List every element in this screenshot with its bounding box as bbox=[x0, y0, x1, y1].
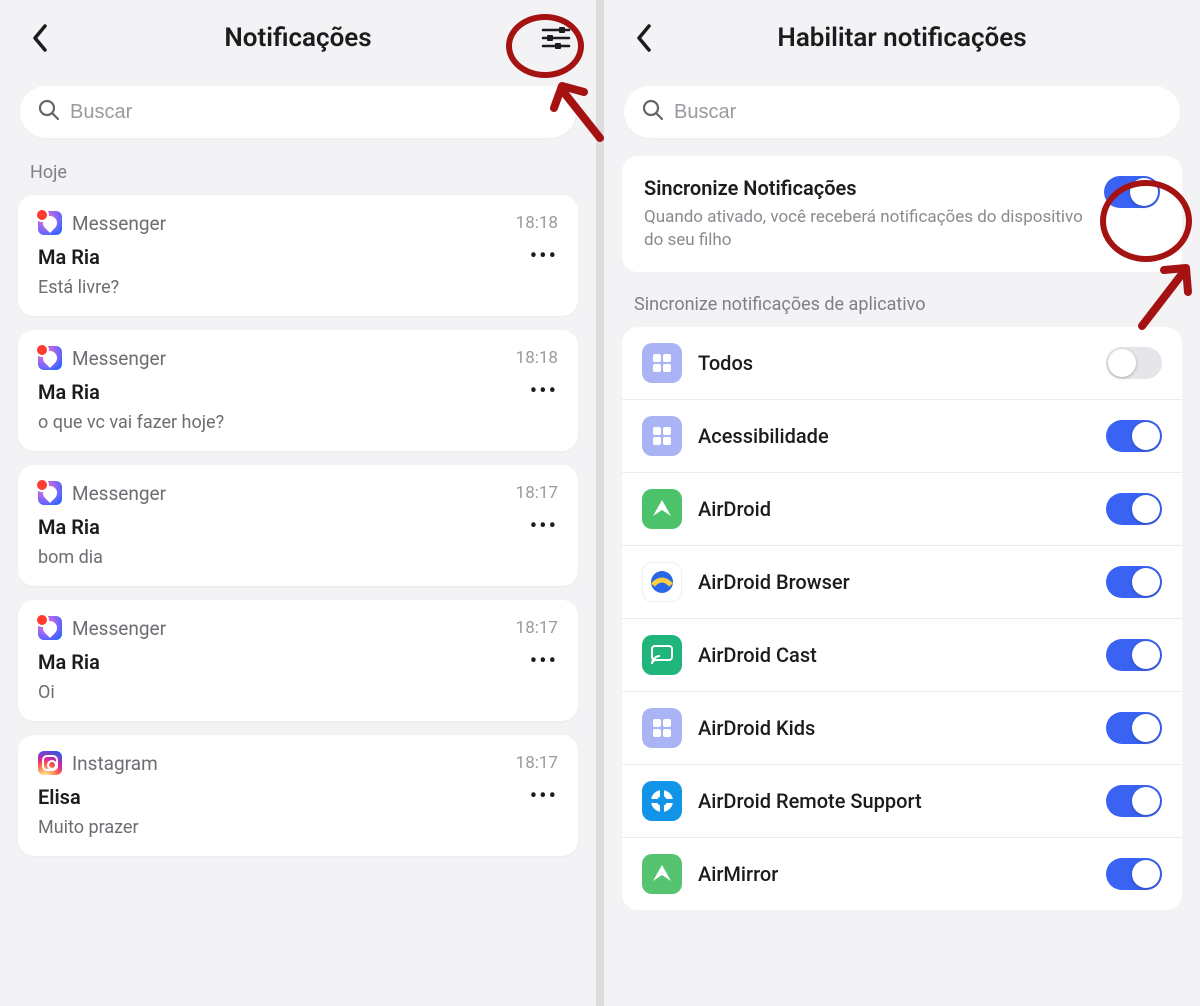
search-bar[interactable] bbox=[624, 86, 1180, 138]
search-icon bbox=[38, 99, 60, 125]
screen-notifications: Notificações Hoje Messenger 18:18 Ma Ria bbox=[0, 0, 596, 1006]
more-button[interactable]: ••• bbox=[530, 792, 558, 802]
airdroid-cast-icon bbox=[642, 635, 682, 675]
message-preview: o que vc vai fazer hoje? bbox=[38, 412, 558, 433]
messenger-icon bbox=[38, 616, 62, 640]
app-toggle[interactable] bbox=[1106, 712, 1162, 744]
app-row: AirDroid bbox=[622, 473, 1182, 546]
app-toggle[interactable] bbox=[1106, 493, 1162, 525]
more-button[interactable]: ••• bbox=[530, 252, 558, 262]
sender-name: Ma Ria bbox=[38, 380, 530, 404]
instagram-icon bbox=[38, 751, 62, 775]
screen-enable-notifications: Habilitar notificações Sincronize Notifi… bbox=[604, 0, 1200, 1006]
search-icon bbox=[642, 99, 664, 125]
app-name: AirDroid Remote Support bbox=[698, 789, 1090, 813]
notification-card[interactable]: Messenger 18:17 Ma Ria ••• Oi bbox=[18, 600, 578, 721]
sender-name: Ma Ria bbox=[38, 245, 530, 269]
app-name: AirDroid Browser bbox=[698, 570, 1090, 594]
app-row: AirDroid Browser bbox=[622, 546, 1182, 619]
messenger-icon bbox=[38, 346, 62, 370]
sync-title: Sincronize Notificações bbox=[644, 176, 1088, 200]
notification-card[interactable]: Messenger 18:17 Ma Ria ••• bom dia bbox=[18, 465, 578, 586]
back-button[interactable] bbox=[20, 18, 60, 58]
page-title: Notificações bbox=[60, 23, 536, 53]
app-name: Messenger bbox=[72, 617, 506, 640]
header-spacer bbox=[1140, 18, 1180, 58]
messenger-icon bbox=[38, 211, 62, 235]
more-button[interactable]: ••• bbox=[530, 387, 558, 397]
grid-icon bbox=[642, 343, 682, 383]
notification-card[interactable]: Messenger 18:18 Ma Ria ••• o que vc vai … bbox=[18, 330, 578, 451]
app-list: Todos Acessibilidade AirDroid AirDroid B… bbox=[622, 327, 1182, 910]
more-button[interactable]: ••• bbox=[530, 657, 558, 667]
app-name: Messenger bbox=[72, 347, 506, 370]
app-row: AirDroid Remote Support bbox=[622, 765, 1182, 838]
app-toggle[interactable] bbox=[1106, 639, 1162, 671]
message-preview: Oi bbox=[38, 682, 558, 703]
app-name: AirDroid Cast bbox=[698, 643, 1090, 667]
sync-description: Quando ativado, você receberá notificaçõ… bbox=[644, 206, 1088, 252]
notification-time: 18:17 bbox=[516, 618, 558, 638]
app-toggle[interactable] bbox=[1106, 858, 1162, 890]
airdroid-icon bbox=[642, 489, 682, 529]
app-toggle[interactable] bbox=[1106, 785, 1162, 817]
notification-card[interactable]: Messenger 18:18 Ma Ria ••• Está livre? bbox=[18, 195, 578, 316]
app-row: Todos bbox=[622, 327, 1182, 400]
app-row: AirDroid Cast bbox=[622, 619, 1182, 692]
message-preview: Está livre? bbox=[38, 277, 558, 298]
app-row: AirMirror bbox=[622, 838, 1182, 910]
app-toggle[interactable] bbox=[1106, 420, 1162, 452]
section-apps: Sincronize notificações de aplicativo bbox=[604, 288, 1200, 327]
grid-icon bbox=[642, 416, 682, 456]
message-preview: Muito prazer bbox=[38, 817, 558, 838]
notification-time: 18:17 bbox=[516, 483, 558, 503]
search-bar[interactable] bbox=[20, 86, 576, 138]
app-name: AirDroid Kids bbox=[698, 716, 1090, 740]
search-input[interactable] bbox=[674, 101, 1162, 124]
sync-toggle[interactable] bbox=[1104, 176, 1160, 208]
message-preview: bom dia bbox=[38, 547, 558, 568]
section-today: Hoje bbox=[0, 156, 596, 195]
app-name: Acessibilidade bbox=[698, 424, 1090, 448]
app-name: Instagram bbox=[72, 752, 506, 775]
app-name: Messenger bbox=[72, 212, 506, 235]
app-name: AirMirror bbox=[698, 862, 1090, 886]
app-toggle[interactable] bbox=[1106, 347, 1162, 379]
sender-name: Ma Ria bbox=[38, 650, 530, 674]
app-toggle[interactable] bbox=[1106, 566, 1162, 598]
notification-time: 18:18 bbox=[516, 348, 558, 368]
notification-card[interactable]: Instagram 18:17 Elisa ••• Muito prazer bbox=[18, 735, 578, 856]
grid-icon bbox=[642, 708, 682, 748]
app-row: Acessibilidade bbox=[622, 400, 1182, 473]
sender-name: Elisa bbox=[38, 785, 530, 809]
notification-time: 18:18 bbox=[516, 213, 558, 233]
airmirror-icon bbox=[642, 854, 682, 894]
messenger-icon bbox=[38, 481, 62, 505]
app-name: Todos bbox=[698, 351, 1090, 375]
sync-card: Sincronize Notificações Quando ativado, … bbox=[622, 156, 1182, 272]
app-row: AirDroid Kids bbox=[622, 692, 1182, 765]
more-button[interactable]: ••• bbox=[530, 522, 558, 532]
notification-time: 18:17 bbox=[516, 753, 558, 773]
app-name: Messenger bbox=[72, 482, 506, 505]
airdroid-remote-icon bbox=[642, 781, 682, 821]
notification-list: Messenger 18:18 Ma Ria ••• Está livre? M… bbox=[0, 195, 596, 856]
header: Habilitar notificações bbox=[604, 0, 1200, 76]
app-name: AirDroid bbox=[698, 497, 1090, 521]
filter-button[interactable] bbox=[536, 18, 576, 58]
search-input[interactable] bbox=[70, 101, 558, 124]
sender-name: Ma Ria bbox=[38, 515, 530, 539]
header: Notificações bbox=[0, 0, 596, 76]
page-title: Habilitar notificações bbox=[664, 23, 1140, 53]
back-button[interactable] bbox=[624, 18, 664, 58]
airdroid-browser-icon bbox=[642, 562, 682, 602]
